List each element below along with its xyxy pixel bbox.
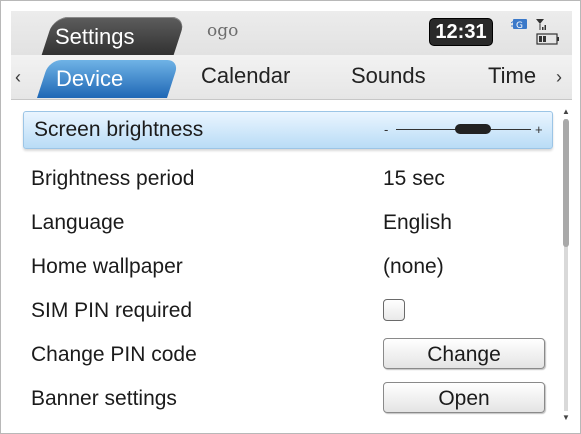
sim-pin-checkbox[interactable] xyxy=(383,299,405,321)
change-pin-button[interactable]: Change xyxy=(383,338,545,369)
device-frame: Settings ogo 12:31 G ‹ Device Calendar S… xyxy=(0,0,581,434)
screen-brightness-label: Screen brightness xyxy=(34,118,204,141)
row-brightness-period[interactable]: Brightness period 15 sec xyxy=(11,157,556,201)
slider-plus-icon: + xyxy=(535,122,543,137)
tab-sounds[interactable]: Sounds xyxy=(351,61,426,91)
tab-calendar[interactable]: Calendar xyxy=(201,61,290,91)
language-value[interactable]: English xyxy=(383,201,452,245)
brightness-period-label: Brightness period xyxy=(31,167,195,190)
row-language[interactable]: Language English xyxy=(11,201,556,245)
category-tabs: ‹ Device Calendar Sounds Time › xyxy=(11,55,572,100)
status-icons: G xyxy=(511,17,571,51)
battery-icon xyxy=(536,33,559,45)
screen: Settings ogo 12:31 G ‹ Device Calendar S… xyxy=(11,11,572,427)
slider-minus-icon: - xyxy=(384,122,389,137)
language-label: Language xyxy=(31,211,125,234)
app-title: Settings xyxy=(55,24,135,49)
home-wallpaper-value[interactable]: (none) xyxy=(383,245,444,289)
scroll-up-icon[interactable]: ▲ xyxy=(562,107,570,117)
svg-text:G: G xyxy=(516,21,523,31)
scrollbar[interactable]: ▲ ▼ xyxy=(560,107,572,425)
tab-device-label[interactable]: Device xyxy=(56,64,123,94)
row-screen-brightness[interactable]: Screen brightness - + xyxy=(23,111,553,149)
change-pin-label: Change PIN code xyxy=(31,343,197,366)
signal-icon xyxy=(536,19,546,30)
scroll-thumb[interactable] xyxy=(563,119,569,247)
slider-thumb[interactable] xyxy=(454,124,491,134)
row-sim-pin[interactable]: SIM PIN required xyxy=(11,289,556,333)
brightness-slider[interactable]: - + xyxy=(384,120,544,140)
scroll-down-icon[interactable]: ▼ xyxy=(562,413,570,423)
row-change-pin[interactable]: Change PIN code Change xyxy=(11,333,556,377)
home-wallpaper-label: Home wallpaper xyxy=(31,255,183,278)
tab-scroll-left-icon[interactable]: ‹ xyxy=(15,67,21,88)
status-bar: Settings ogo 12:31 G xyxy=(11,11,572,57)
banner-open-button[interactable]: Open xyxy=(383,382,545,413)
banner-settings-label: Banner settings xyxy=(31,387,177,410)
sim-pin-label: SIM PIN required xyxy=(31,299,193,322)
tab-scroll-right-icon[interactable]: › xyxy=(556,67,562,88)
network-icon: G xyxy=(511,19,527,31)
clock: 12:31 xyxy=(429,18,493,46)
row-banner-settings[interactable]: Banner settings Open xyxy=(11,377,556,421)
tab-time[interactable]: Time xyxy=(488,61,536,91)
row-home-wallpaper[interactable]: Home wallpaper (none) xyxy=(11,245,556,289)
ogo-logo: ogo xyxy=(207,21,239,41)
brightness-period-value[interactable]: 15 sec xyxy=(383,157,445,201)
